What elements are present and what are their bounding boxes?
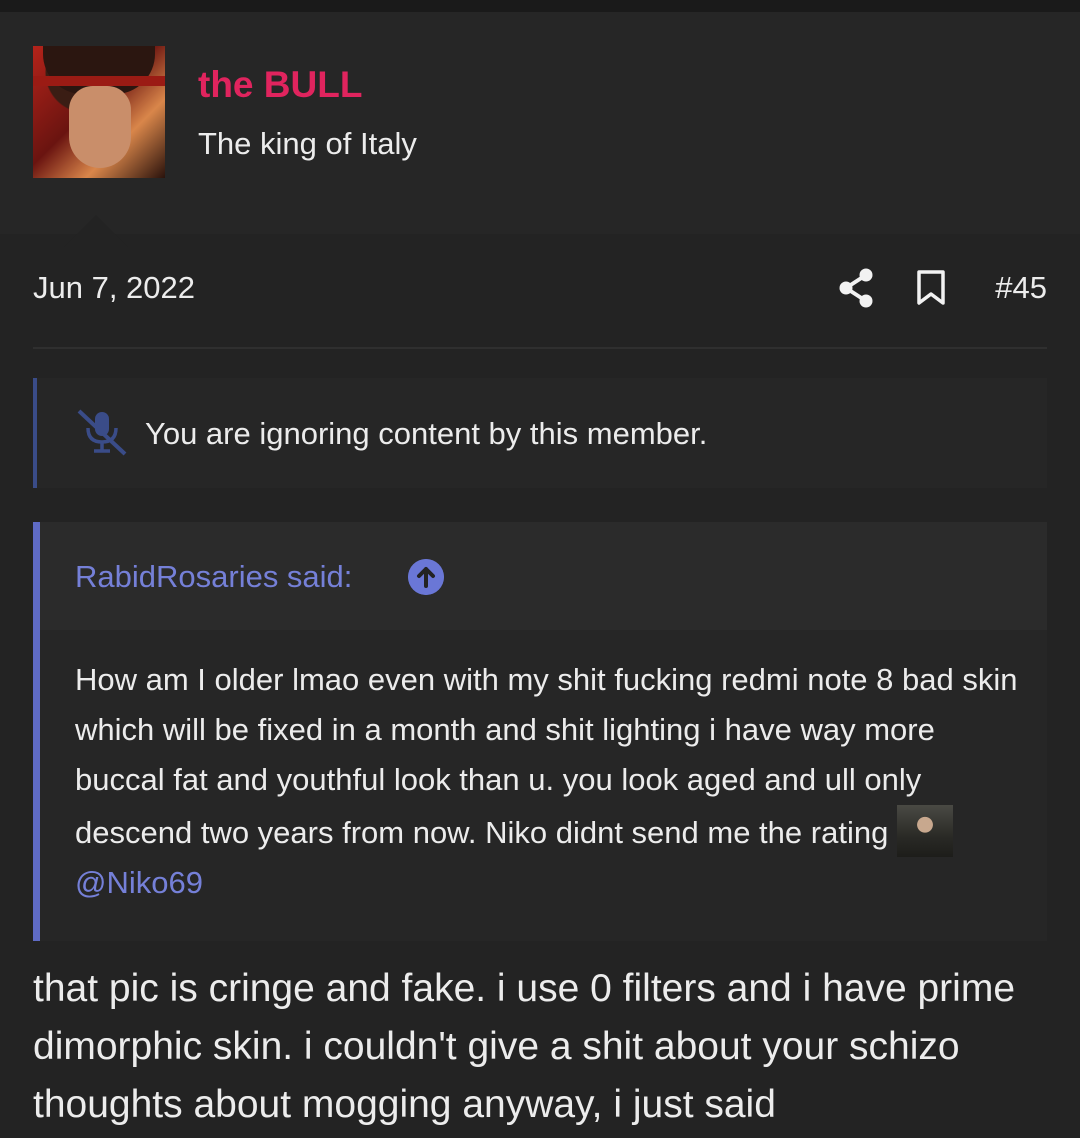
mention-avatar <box>896 805 953 857</box>
user-mention-link[interactable]: @Niko69 <box>75 865 203 900</box>
quote-author-link[interactable]: RabidRosaries said: <box>75 559 352 595</box>
header-pointer <box>64 215 128 247</box>
share-icon[interactable] <box>838 268 874 308</box>
ignored-content-notice[interactable]: You are ignoring content by this member. <box>33 378 1047 488</box>
mute-icon <box>77 409 127 456</box>
user-avatar[interactable] <box>33 46 165 178</box>
user-header: the BULL The king of Italy <box>0 12 1080 247</box>
user-title: The king of Italy <box>198 126 417 161</box>
username[interactable]: the BULL <box>198 64 362 106</box>
quote-body: How am I older lmao even with my shit fu… <box>75 655 1020 908</box>
bookmark-icon[interactable] <box>916 270 946 306</box>
jump-to-quote-icon[interactable] <box>408 559 444 595</box>
post-body-text: that pic is cringe and fake. i use 0 fil… <box>33 967 1016 1126</box>
quote-block: RabidRosaries said: How am I older lmao … <box>33 522 1047 941</box>
post-number-link[interactable]: #45 <box>995 270 1047 306</box>
post-date[interactable]: Jun 7, 2022 <box>33 270 195 306</box>
quote-header: RabidRosaries said: <box>40 522 1047 630</box>
top-divider <box>0 0 1080 12</box>
meta-divider <box>33 347 1047 349</box>
quote-text: How am I older lmao even with my shit fu… <box>75 662 1018 850</box>
ignored-notice-text: You are ignoring content by this member. <box>145 416 708 451</box>
